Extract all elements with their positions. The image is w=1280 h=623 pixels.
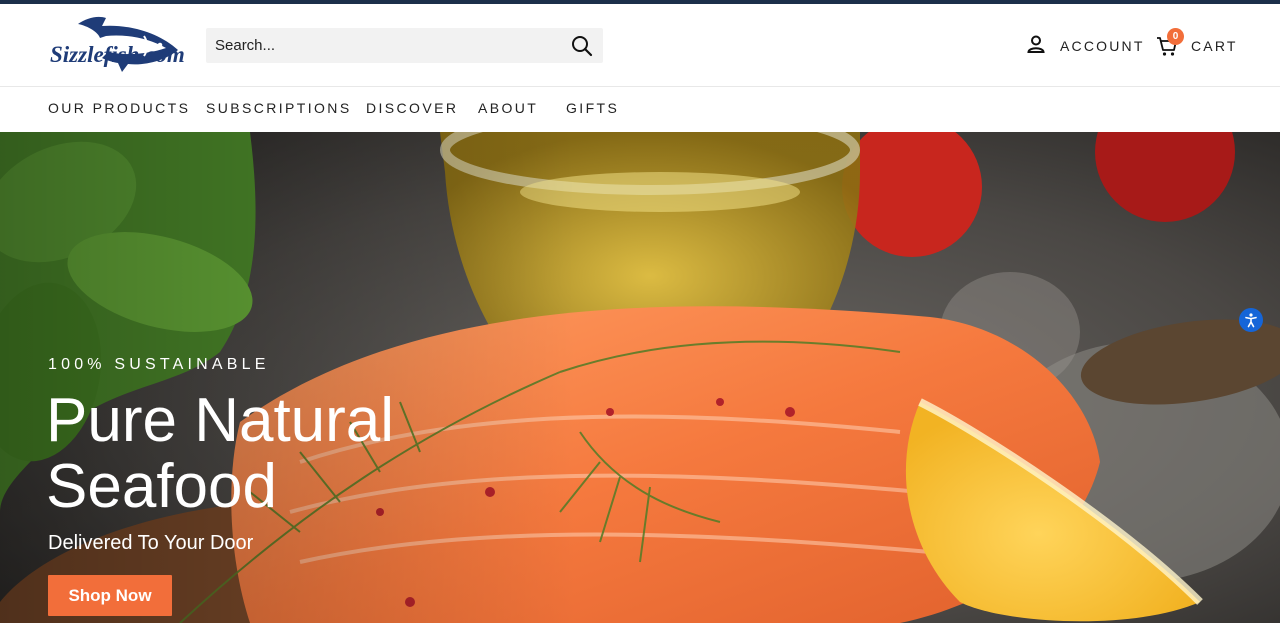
hero-banner: 100% SUSTAINABLE Pure Natural Seafood De… bbox=[0, 132, 1280, 623]
search-input[interactable] bbox=[206, 28, 556, 63]
nav-item-gifts[interactable]: GIFTS bbox=[566, 100, 619, 116]
cart-label: CART bbox=[1191, 38, 1238, 54]
cart-link[interactable]: 0 CART bbox=[1156, 28, 1238, 58]
shop-now-button[interactable]: Shop Now bbox=[48, 575, 172, 616]
nav-item-about[interactable]: ABOUT bbox=[478, 100, 538, 116]
main-navigation: OUR PRODUCTS SUBSCRIPTIONS DISCOVER ABOU… bbox=[0, 88, 1280, 132]
site-header: Sizzlefish.com ACCOUNT 0 CART bbox=[0, 4, 1280, 87]
search-icon[interactable] bbox=[571, 35, 593, 57]
accessibility-icon[interactable] bbox=[1239, 308, 1263, 332]
nav-item-subscriptions[interactable]: SUBSCRIPTIONS bbox=[206, 100, 352, 116]
search-bar bbox=[206, 28, 603, 63]
nav-item-our-products[interactable]: OUR PRODUCTS bbox=[48, 100, 190, 116]
account-link[interactable]: ACCOUNT bbox=[1026, 34, 1145, 58]
cart-icon: 0 bbox=[1156, 28, 1184, 57]
hero-eyebrow: 100% SUSTAINABLE bbox=[48, 356, 270, 373]
account-label: ACCOUNT bbox=[1060, 38, 1145, 54]
logo-text: Sizzlefish.com bbox=[50, 42, 184, 67]
hero-subhead: Delivered To Your Door bbox=[48, 532, 254, 554]
nav-item-discover[interactable]: DISCOVER bbox=[366, 100, 458, 116]
user-icon bbox=[1026, 34, 1046, 59]
fish-logo-icon: Sizzlefish.com bbox=[50, 16, 184, 72]
cart-count-badge: 0 bbox=[1167, 28, 1184, 45]
sizzlefish-logo[interactable]: Sizzlefish.com bbox=[48, 16, 184, 74]
hero-headline: Pure Natural Seafood bbox=[46, 386, 395, 521]
